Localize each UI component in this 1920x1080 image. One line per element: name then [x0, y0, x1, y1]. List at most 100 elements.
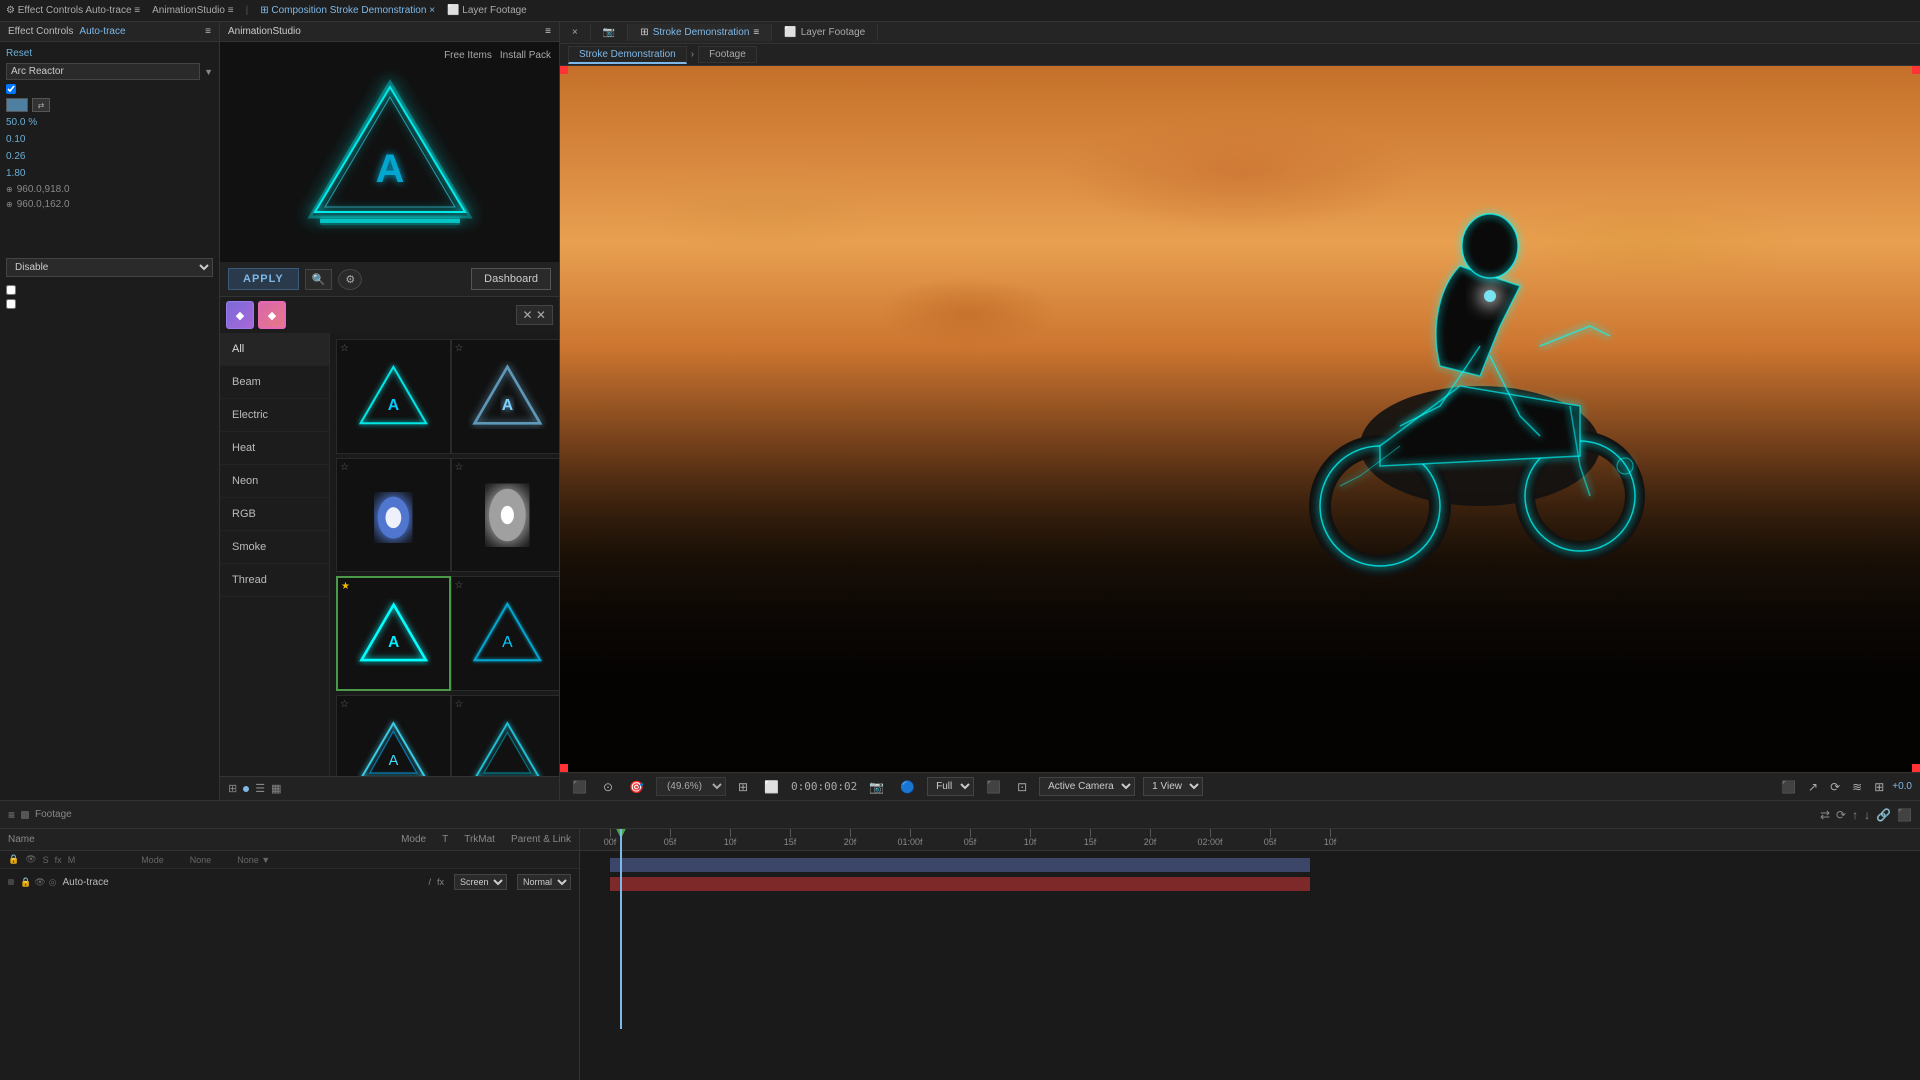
- timeline-menu-icon[interactable]: ≡: [8, 808, 15, 822]
- layer-solo-btn[interactable]: ◎: [49, 877, 57, 888]
- star-icon-2[interactable]: ☆: [455, 343, 464, 354]
- mask-btn[interactable]: 🔵: [896, 778, 919, 796]
- motion-btn[interactable]: ≋: [1848, 778, 1866, 796]
- preset-item-3[interactable]: ☆: [336, 458, 451, 573]
- sub-tab-stroke[interactable]: Stroke Demonstration: [568, 46, 687, 64]
- quality-select[interactable]: Full: [927, 777, 974, 796]
- grid-view-icon[interactable]: ⊞: [228, 782, 237, 795]
- tick-105f: [970, 829, 971, 837]
- effect-controls-subtitle: Auto-trace: [79, 26, 125, 37]
- category-smoke[interactable]: Smoke: [220, 531, 329, 564]
- composition-tab[interactable]: ⊞ Composition Stroke Demonstration ×: [260, 5, 435, 16]
- preview-btn[interactable]: ⊙: [599, 778, 617, 796]
- category-heat[interactable]: Heat: [220, 432, 329, 465]
- normal-dropdown[interactable]: Normal: [517, 874, 571, 890]
- tl-btn3[interactable]: ↑: [1852, 808, 1858, 822]
- gem-tab-icon[interactable]: ◆: [226, 301, 254, 329]
- preset-item-8[interactable]: ☆: [451, 695, 560, 777]
- layer-eye-btn[interactable]: 👁: [34, 877, 45, 888]
- comp-tab-camera[interactable]: 📷: [591, 24, 628, 41]
- tools-icon-button[interactable]: ✕ ✕: [516, 305, 553, 325]
- fit-btn[interactable]: ⊞: [734, 778, 752, 796]
- grid2-view-icon[interactable]: ▦: [271, 782, 281, 795]
- dashboard-button[interactable]: Dashboard: [471, 268, 551, 290]
- list-view-icon[interactable]: ☰: [255, 782, 265, 795]
- install-pack-link[interactable]: Install Pack: [500, 50, 551, 61]
- star-icon-7[interactable]: ☆: [340, 699, 349, 710]
- as-menu-icon[interactable]: ≡: [545, 26, 551, 37]
- settings-circle-button[interactable]: ⚙: [338, 269, 362, 290]
- render-btn[interactable]: ⬛: [1777, 778, 1800, 796]
- checkbox-2[interactable]: [6, 285, 16, 295]
- checkbox-3[interactable]: [6, 299, 16, 309]
- preset-item-6[interactable]: ☆ A: [451, 576, 560, 691]
- star-icon-5[interactable]: ★: [341, 581, 350, 592]
- color-swatch-icon[interactable]: [6, 98, 28, 112]
- category-rgb[interactable]: RGB: [220, 498, 329, 531]
- mode-dropdown[interactable]: Screen: [454, 874, 507, 890]
- channel-btn[interactable]: ⬜: [760, 778, 783, 796]
- tick-205f: [1270, 829, 1271, 837]
- layer-footage-tab[interactable]: ⬜ Layer Footage: [447, 5, 527, 16]
- tl-btn6[interactable]: ⬛: [1897, 808, 1912, 822]
- view-select[interactable]: 1 View: [1143, 777, 1203, 796]
- checkbox-1[interactable]: [6, 84, 16, 94]
- preset-item-1[interactable]: ☆ A: [336, 339, 451, 454]
- layer-lock-btn[interactable]: 🔒: [20, 877, 31, 888]
- close-tab-icon[interactable]: ×: [572, 27, 578, 38]
- category-neon[interactable]: Neon: [220, 465, 329, 498]
- preset-item-5[interactable]: ★ A: [336, 576, 451, 691]
- checkbox-row-1: [6, 84, 213, 94]
- timeline-right: 00f 05f 10f 15f 20f 01:00f 05f 10f: [580, 829, 1920, 1080]
- category-beam[interactable]: Beam: [220, 366, 329, 399]
- free-items-link[interactable]: Free Items: [444, 50, 492, 61]
- gem2-tab-icon[interactable]: ◆: [258, 301, 286, 329]
- search-button[interactable]: 🔍: [305, 269, 333, 290]
- preset-item-7[interactable]: ☆ A: [336, 695, 451, 777]
- viewport-image: [560, 66, 1920, 772]
- param1-label[interactable]: 0.10: [6, 134, 25, 145]
- camera-btn[interactable]: 📷: [865, 778, 888, 796]
- comp-tab-menu[interactable]: ≡: [753, 27, 759, 38]
- param2-label[interactable]: 0.26: [6, 151, 25, 162]
- camera-select[interactable]: Active Camera: [1039, 777, 1135, 796]
- param3-label[interactable]: 1.80: [6, 168, 25, 179]
- category-thread[interactable]: Thread: [220, 564, 329, 597]
- info-btn[interactable]: 🎯: [625, 778, 648, 796]
- toggle-view-btn[interactable]: ⬛: [568, 778, 591, 796]
- screen-btn[interactable]: ⬛: [982, 778, 1005, 796]
- preset-item-2[interactable]: ☆ A: [451, 339, 560, 454]
- snap-btn[interactable]: ⊞: [1870, 778, 1888, 796]
- preset-item-4[interactable]: ☆: [451, 458, 560, 573]
- size-btn[interactable]: ⊡: [1013, 778, 1031, 796]
- tl-btn1[interactable]: ⇄: [1820, 808, 1830, 822]
- comp-tab-stroke[interactable]: ⊞ Stroke Demonstration ≡: [628, 24, 772, 41]
- apply-button[interactable]: APPLY: [228, 268, 299, 290]
- preset-select[interactable]: Arc Reactor: [6, 63, 200, 80]
- label-105f: 05f: [964, 837, 977, 847]
- star-icon-8[interactable]: ☆: [455, 699, 464, 710]
- tl-btn4[interactable]: ↓: [1864, 808, 1870, 822]
- star-icon-6[interactable]: ☆: [455, 580, 464, 591]
- mode-icon[interactable]: ⇄: [32, 98, 50, 112]
- reset-link[interactable]: Reset: [6, 48, 213, 59]
- tick-200f: [1210, 829, 1211, 837]
- star-icon-4[interactable]: ☆: [455, 462, 464, 473]
- zoom-select[interactable]: (49.6%): [656, 777, 726, 796]
- star-icon-1[interactable]: ☆: [340, 343, 349, 354]
- category-all[interactable]: All: [220, 333, 329, 366]
- export-btn[interactable]: ↗: [1804, 778, 1822, 796]
- tl-btn5[interactable]: 🔗: [1876, 808, 1891, 822]
- layer-footage-tab[interactable]: ⬜ Layer Footage: [772, 24, 878, 41]
- disable-select[interactable]: Disable: [6, 258, 213, 277]
- tl-btn2[interactable]: ⟳: [1836, 808, 1846, 822]
- effect-controls-tab[interactable]: ⚙ Effect Controls Auto-trace ≡: [6, 5, 140, 16]
- sync-btn[interactable]: ⟳: [1826, 778, 1844, 796]
- animation-studio-tab[interactable]: AnimationStudio ≡: [152, 5, 233, 16]
- track-2: [580, 875, 1920, 893]
- sub-tab-footage[interactable]: Footage: [698, 46, 757, 63]
- comp-tab-close[interactable]: ×: [560, 24, 591, 41]
- panel-menu-icon[interactable]: ≡: [205, 26, 211, 37]
- category-electric[interactable]: Electric: [220, 399, 329, 432]
- star-icon-3[interactable]: ☆: [340, 462, 349, 473]
